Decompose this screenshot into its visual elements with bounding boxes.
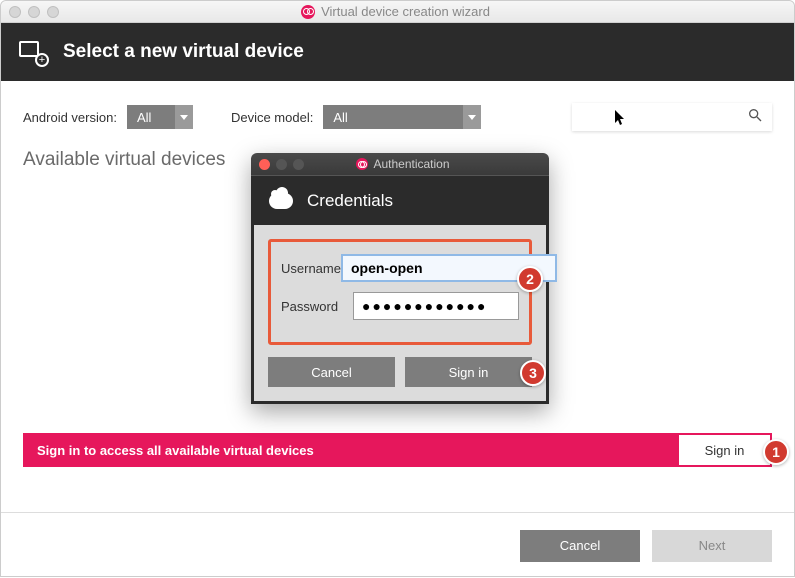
android-version-select[interactable]: All — [127, 105, 193, 129]
app-logo-icon — [356, 158, 368, 170]
device-model-value: All — [323, 110, 463, 125]
annotation-badge-2: 2 — [517, 266, 543, 292]
annotation-badge-3: 3 — [520, 360, 546, 386]
dialog-titlebar: Authentication — [251, 153, 549, 175]
dialog-signin-label: Sign in — [449, 365, 489, 380]
signin-prompt-bar: Sign in to access all available virtual … — [23, 433, 772, 467]
password-field[interactable]: ●●●●●●●●●●●● — [353, 292, 519, 320]
traffic-lights — [9, 6, 59, 18]
cancel-button[interactable]: Cancel — [520, 530, 640, 562]
app-logo-icon — [301, 5, 315, 19]
wizard-header: + Select a new virtual device — [1, 23, 794, 81]
cloud-icon — [269, 193, 293, 209]
cursor-icon — [613, 110, 629, 129]
filter-row: Android version: All Device model: All — [23, 103, 772, 131]
close-window-button[interactable] — [9, 6, 21, 18]
chevron-down-icon — [175, 105, 193, 129]
authentication-dialog: Authentication Credentials Username Pass… — [251, 153, 549, 404]
dialog-title: Authentication — [373, 157, 449, 171]
dialog-minimize-button[interactable] — [276, 159, 287, 170]
device-model-select[interactable]: All — [323, 105, 481, 129]
annotation-badge-1: 1 — [763, 439, 789, 465]
signin-prompt-text: Sign in to access all available virtual … — [37, 443, 679, 458]
dialog-cancel-button[interactable]: Cancel — [268, 357, 395, 387]
next-button[interactable]: Next — [652, 530, 772, 562]
username-label: Username — [281, 261, 341, 276]
zoom-window-button[interactable] — [47, 6, 59, 18]
dialog-close-button[interactable] — [259, 159, 270, 170]
search-icon — [747, 107, 763, 128]
credentials-box: Username Password ●●●●●●●●●●●● 2 — [268, 239, 532, 345]
page-title: Select a new virtual device — [63, 41, 304, 63]
chevron-down-icon — [463, 105, 481, 129]
window-title: Virtual device creation wizard — [321, 4, 490, 19]
android-version-value: All — [127, 110, 175, 125]
android-version-label: Android version: — [23, 110, 117, 125]
search-input[interactable] — [572, 103, 772, 131]
dialog-signin-button[interactable]: Sign in 3 — [405, 357, 532, 387]
password-label: Password — [281, 299, 353, 314]
window-titlebar: Virtual device creation wizard — [1, 1, 794, 23]
new-device-icon: + — [19, 41, 45, 63]
wizard-footer: Cancel Next — [1, 512, 794, 578]
minimize-window-button[interactable] — [28, 6, 40, 18]
signin-button[interactable]: Sign in — [679, 435, 770, 465]
dialog-header-title: Credentials — [307, 191, 393, 211]
dialog-header: Credentials — [251, 175, 549, 225]
dialog-zoom-button[interactable] — [293, 159, 304, 170]
device-model-label: Device model: — [231, 110, 313, 125]
